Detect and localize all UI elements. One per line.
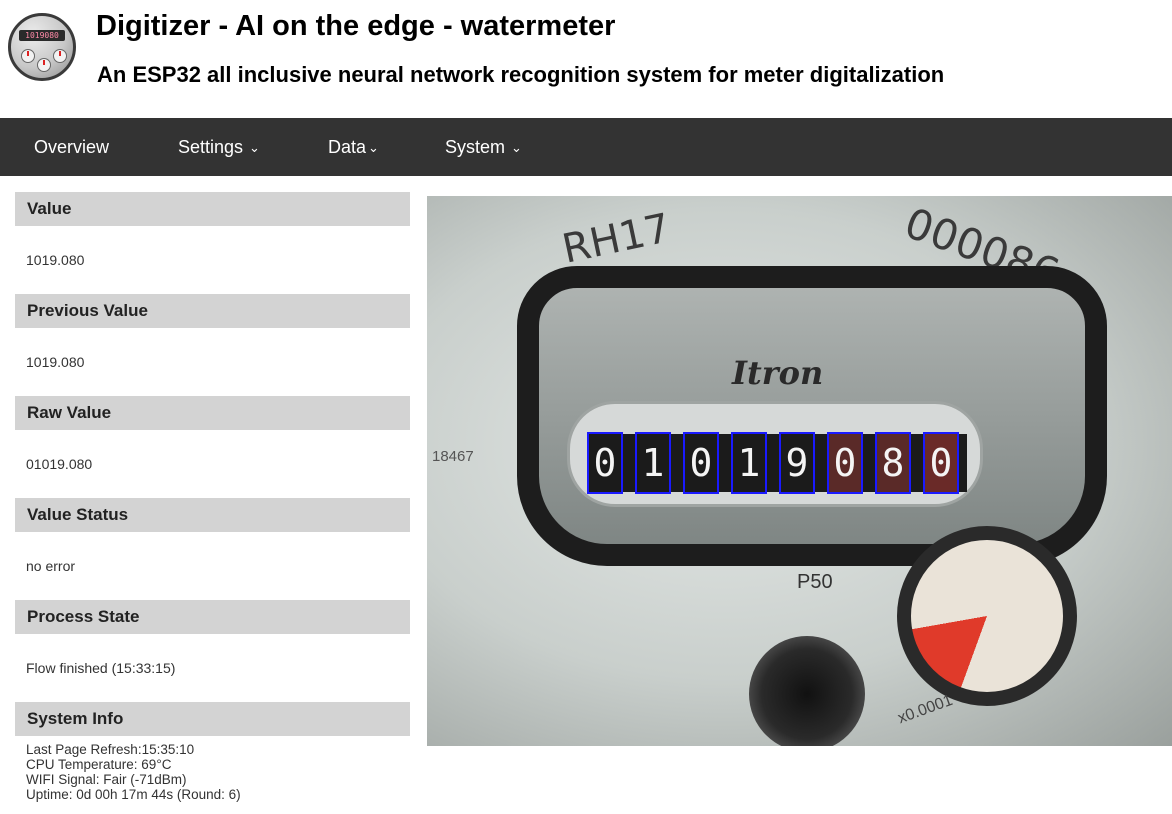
nav-data[interactable]: Data ⌄	[328, 118, 379, 176]
digit-roi-box: 0	[923, 432, 959, 494]
current-value: 1019.080	[26, 252, 85, 268]
value-status: no error	[26, 558, 76, 574]
nav-settings[interactable]: Settings ⌄	[178, 118, 260, 176]
digit-roi-box: 0	[587, 432, 623, 494]
page-header: 1019080 Digitizer - AI on the edge - wat…	[0, 0, 1172, 118]
chevron-down-icon: ⌄	[511, 140, 522, 155]
meter-model-text: RH17	[558, 205, 675, 273]
meter-dial-gauge	[897, 526, 1077, 706]
nav-overview[interactable]: Overview	[34, 118, 109, 176]
page-title: Digitizer - AI on the edge - watermeter	[96, 10, 616, 42]
digit-roi-box: 8	[875, 432, 911, 494]
meter-scale-text: x0.0001	[895, 691, 955, 728]
digit-roi-box: 0	[683, 432, 719, 494]
meter-side-code: 18467	[432, 448, 474, 465]
digit-roi-box: 0	[827, 432, 863, 494]
digit-roi-box: 1	[731, 432, 767, 494]
digit-roi-box: 1	[635, 432, 671, 494]
digit-roi-box: 9	[779, 432, 815, 494]
section-header-raw-value: Raw Value	[15, 396, 410, 430]
nav-system-label: System	[445, 137, 506, 157]
raw-value: 01019.080	[26, 456, 93, 472]
system-info-line: WIFI Signal: Fair (-71dBm)	[26, 772, 187, 787]
section-header-value: Value	[15, 192, 410, 226]
section-header-system-info: System Info	[15, 702, 410, 736]
meter-p-code: P50	[797, 571, 833, 593]
section-header-previous-value: Previous Value	[15, 294, 410, 328]
system-info-line: Uptime: 0d 00h 17m 44s (Round: 6)	[26, 787, 241, 802]
system-info-line: CPU Temperature: 69°C	[26, 757, 172, 772]
logo-dial	[37, 58, 51, 72]
status-panel: Value 1019.080 Previous Value 1019.080 R…	[15, 192, 410, 802]
meter-brand-text: Itron	[732, 354, 824, 392]
logo-display: 1019080	[19, 30, 65, 41]
meter-camera-image: RH17 000086 Itron 0 1 0 1 9 0 8 0 18467 …	[427, 196, 1172, 746]
process-state: Flow finished (15:33:15)	[26, 660, 176, 676]
page-subtitle: An ESP32 all inclusive neural network re…	[97, 62, 945, 87]
nav-settings-label: Settings	[178, 137, 244, 157]
app-logo: 1019080	[8, 13, 76, 81]
logo-dial	[53, 49, 67, 63]
nav-system[interactable]: System ⌄	[445, 118, 522, 176]
section-header-value-status: Value Status	[15, 498, 410, 532]
logo-dial	[21, 49, 35, 63]
nav-data-label: Data	[328, 137, 367, 157]
section-header-process-state: Process State	[15, 600, 410, 634]
main-navbar: Overview Settings ⌄ Data ⌄ System ⌄	[0, 118, 1172, 176]
meter-hole	[749, 636, 865, 746]
chevron-down-icon: ⌄	[368, 140, 379, 155]
system-info: Last Page Refresh:15:35:10 CPU Temperatu…	[15, 736, 410, 802]
chevron-down-icon: ⌄	[249, 140, 260, 155]
system-info-line: Last Page Refresh:15:35:10	[26, 742, 195, 757]
nav-overview-label: Overview	[34, 137, 110, 157]
previous-value: 1019.080	[26, 354, 85, 370]
